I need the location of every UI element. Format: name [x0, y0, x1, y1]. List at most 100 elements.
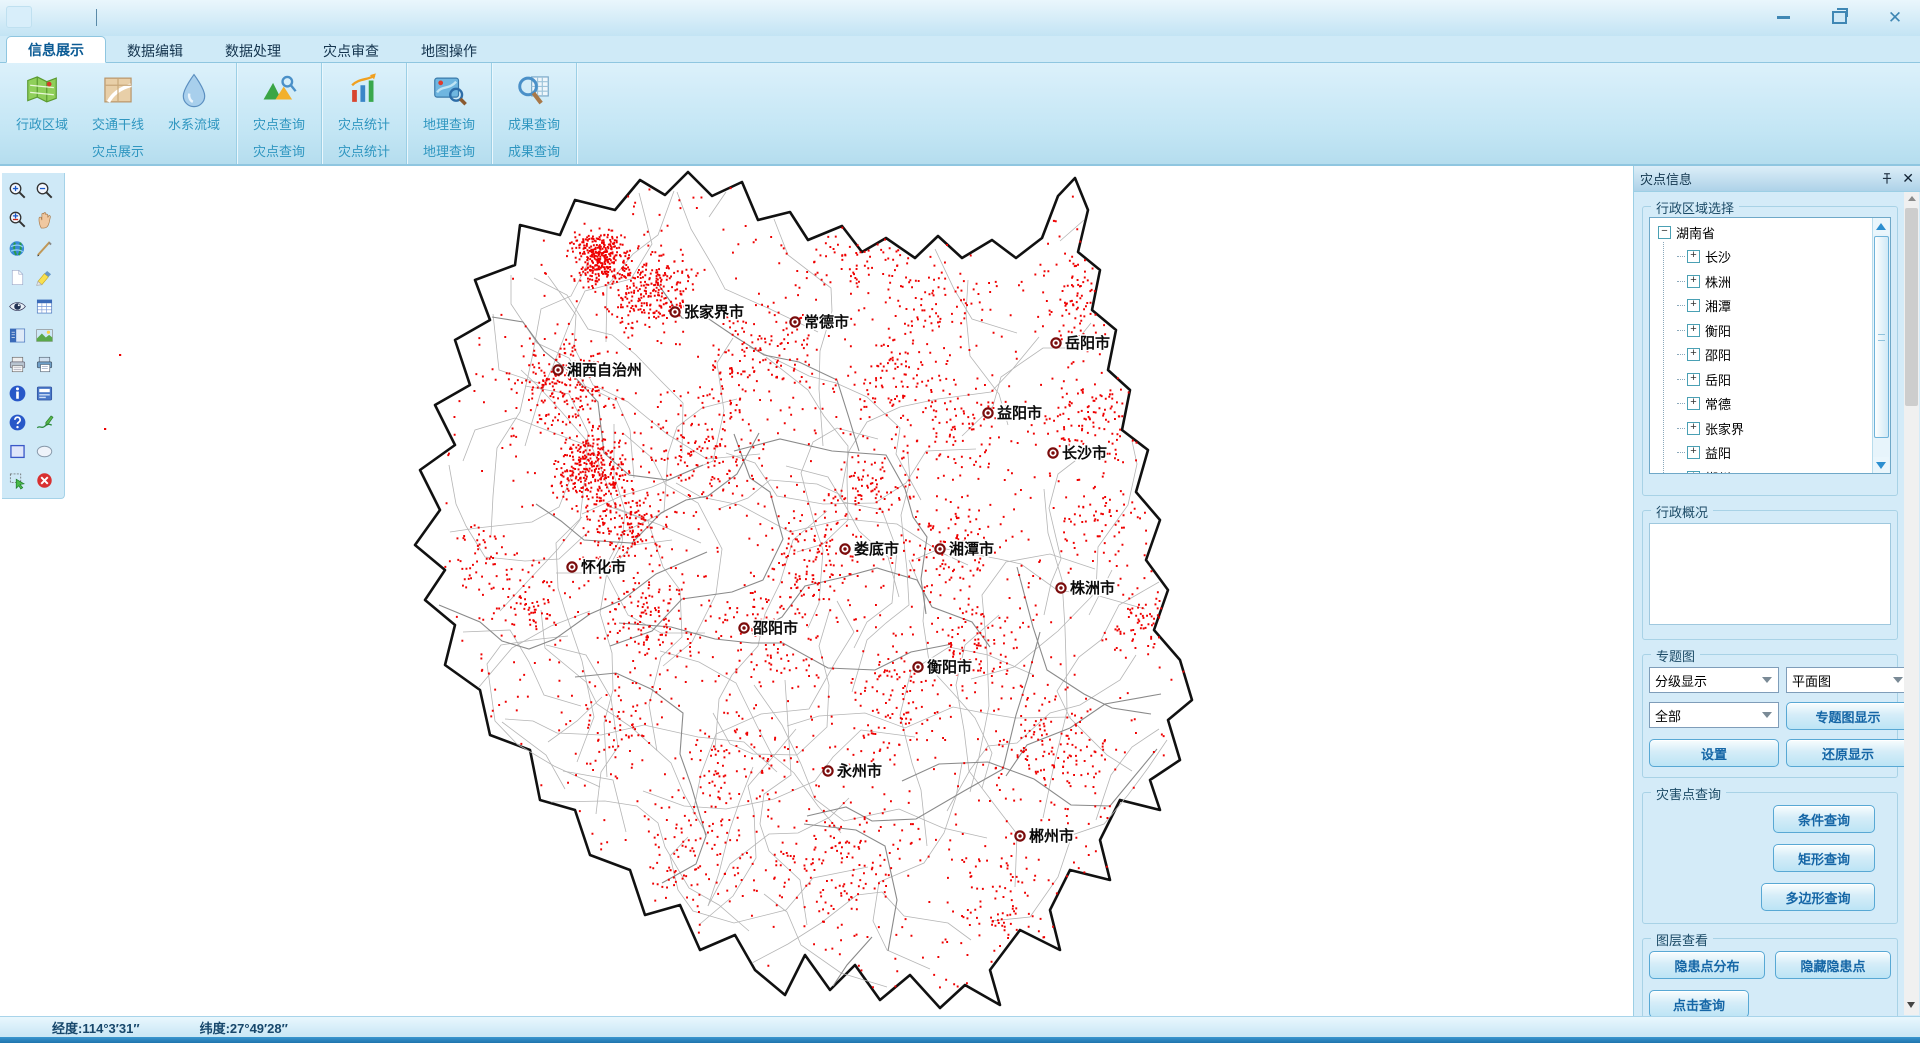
expand-icon[interactable]: +: [1687, 397, 1700, 410]
overview-image-tool-icon[interactable]: [32, 323, 57, 349]
collapse-icon[interactable]: −: [1658, 226, 1671, 239]
expand-icon[interactable]: +: [1687, 422, 1700, 435]
disaster-query-button[interactable]: 多边形查询: [1761, 883, 1875, 911]
ribbon-button[interactable]: 成果查询: [496, 67, 572, 139]
legend-window-tool-icon[interactable]: [5, 323, 30, 349]
region-tree-box: −湖南省+长沙+株洲+湘潭+衡阳+邵阳+岳阳+常德+张家界+益阳+郴州: [1649, 217, 1891, 474]
tab-5[interactable]: 地图操作: [400, 38, 498, 63]
blank-page-tool-icon[interactable]: [5, 265, 30, 291]
grade-display-select[interactable]: 分级显示: [1649, 667, 1779, 693]
restore-button[interactable]: [1824, 5, 1854, 29]
layer-view-button[interactable]: 隐患点分布: [1649, 951, 1765, 979]
ribbon-button[interactable]: 地理查询: [411, 67, 487, 139]
tab-2[interactable]: 数据编辑: [106, 38, 204, 63]
expand-icon[interactable]: +: [1687, 373, 1700, 386]
zoom-in-tool-icon[interactable]: [5, 178, 30, 204]
tree-node[interactable]: +湘潭: [1650, 294, 1872, 319]
expand-icon[interactable]: +: [1687, 275, 1700, 288]
attribute-table-tool-icon[interactable]: [32, 294, 57, 320]
disaster-query-groupbox: 灾害点查询 条件查询矩形查询多边形查询: [1642, 792, 1898, 924]
zoom-window-tool-icon[interactable]: [5, 207, 30, 233]
app-menu-button[interactable]: [6, 6, 32, 28]
help-tool-icon[interactable]: [5, 410, 30, 436]
all-select[interactable]: 全部: [1649, 702, 1779, 728]
print-tool-icon[interactable]: [5, 352, 30, 378]
ellipse-select-tool-icon[interactable]: [32, 439, 57, 465]
tree-scroll-down-icon[interactable]: [1873, 457, 1889, 473]
map-canvas[interactable]: 张家界市常德市岳阳市湘西自治州益阳市长沙市娄底市湘潭市株洲市怀化市邵阳市衡阳市永…: [0, 166, 1633, 1016]
zoom-out-tool-icon[interactable]: [32, 178, 57, 204]
panel-scroll-up-icon[interactable]: [1908, 196, 1916, 201]
restore-display-button[interactable]: 还原显示: [1786, 739, 1910, 767]
tab-1[interactable]: 信息展示: [6, 36, 106, 63]
expand-icon[interactable]: +: [1687, 324, 1700, 337]
tree-node[interactable]: +衡阳: [1650, 318, 1872, 343]
disaster-query-icon: [258, 69, 300, 111]
expand-icon[interactable]: +: [1687, 446, 1700, 459]
minimize-button[interactable]: [1768, 5, 1798, 29]
svg-text:娄底市: 娄底市: [854, 540, 899, 558]
print-preview-tool-icon[interactable]: [32, 352, 57, 378]
ribbon-button[interactable]: 行政区域: [4, 67, 80, 139]
tree-scroll-up-icon[interactable]: [1873, 218, 1889, 234]
thematic-show-button[interactable]: 专题图显示: [1786, 702, 1910, 730]
panel-close-icon[interactable]: ✕: [1902, 170, 1914, 187]
tree-node[interactable]: +株洲: [1650, 269, 1872, 294]
tree-node[interactable]: +邵阳: [1650, 343, 1872, 368]
ribbon-button[interactable]: 水系流域: [156, 67, 232, 139]
overview-textarea[interactable]: [1649, 523, 1891, 625]
tab-4[interactable]: 灾点审查: [302, 38, 400, 63]
tree-scrollbar[interactable]: [1872, 218, 1890, 473]
ribbon-button[interactable]: 交通干线: [80, 67, 156, 139]
expand-icon[interactable]: +: [1687, 250, 1700, 263]
delete-tool-icon[interactable]: [32, 468, 57, 494]
pan-tool-icon[interactable]: [32, 207, 57, 233]
svg-text:常德市: 常德市: [804, 313, 849, 331]
rect-select-tool-icon[interactable]: [5, 439, 30, 465]
tree-scrollbar-thumb[interactable]: [1874, 236, 1889, 438]
panel-scrollbar[interactable]: [1904, 192, 1919, 1015]
eraser-tool-icon[interactable]: [32, 265, 57, 291]
svg-text:怀化市: 怀化市: [581, 558, 626, 576]
thematic-caption: 专题图: [1651, 646, 1700, 665]
disaster-query-button[interactable]: 矩形查询: [1773, 844, 1875, 872]
tree-node[interactable]: +益阳: [1650, 441, 1872, 466]
svg-text:邵阳市: 邵阳市: [752, 619, 798, 637]
settings-button[interactable]: 设置: [1649, 739, 1779, 767]
disaster-query-button[interactable]: 条件查询: [1773, 805, 1875, 833]
ribbon-button-label: 灾点统计: [338, 114, 390, 133]
expand-icon[interactable]: +: [1687, 299, 1700, 312]
expand-icon[interactable]: +: [1687, 348, 1700, 361]
geo-query-icon: [428, 69, 470, 111]
tree-node-root[interactable]: −湖南省: [1650, 220, 1872, 245]
tab-3[interactable]: 数据处理: [204, 38, 302, 63]
statusbar-accent: [0, 1037, 1920, 1043]
ribbon-button[interactable]: 灾点统计: [326, 67, 402, 139]
tree-node[interactable]: +岳阳: [1650, 367, 1872, 392]
eye-tool-icon[interactable]: [5, 294, 30, 320]
tree-node[interactable]: +郴州: [1650, 465, 1872, 474]
region-tree: −湖南省+长沙+株洲+湘潭+衡阳+邵阳+岳阳+常德+张家界+益阳+郴州: [1650, 220, 1872, 474]
expand-icon[interactable]: +: [1687, 471, 1700, 474]
close-button[interactable]: ✕: [1880, 5, 1910, 29]
tree-node[interactable]: +长沙: [1650, 245, 1872, 270]
tree-node[interactable]: +常德: [1650, 392, 1872, 417]
ribbon-button[interactable]: 灾点查询: [241, 67, 317, 139]
lasso-select-tool-icon[interactable]: [5, 468, 30, 494]
ribbon-group: 地理查询地理查询: [407, 63, 492, 164]
plane-map-select[interactable]: 平面图: [1786, 667, 1910, 693]
ribbon-group-caption: 灾点查询: [237, 142, 321, 164]
layer-view-button[interactable]: 隐藏隐患点: [1775, 951, 1891, 979]
sketch-tool-icon[interactable]: [32, 410, 57, 436]
panel-scrollbar-thumb[interactable]: [1905, 208, 1918, 406]
map-toolbar: [2, 173, 65, 499]
map-area[interactable]: 张家界市常德市岳阳市湘西自治州益阳市长沙市娄底市湘潭市株洲市怀化市邵阳市衡阳市永…: [0, 166, 1633, 1016]
layer-view-button[interactable]: 点击查询: [1649, 990, 1749, 1018]
measure-tool-icon[interactable]: [32, 236, 57, 262]
pin-icon[interactable]: [1878, 170, 1896, 188]
panel-scroll-down-icon[interactable]: [1907, 1002, 1915, 1008]
tree-node[interactable]: +张家界: [1650, 416, 1872, 441]
identify-panel-tool-icon[interactable]: [32, 381, 57, 407]
info-tool-icon[interactable]: [5, 381, 30, 407]
full-extent-tool-icon[interactable]: [5, 236, 30, 262]
